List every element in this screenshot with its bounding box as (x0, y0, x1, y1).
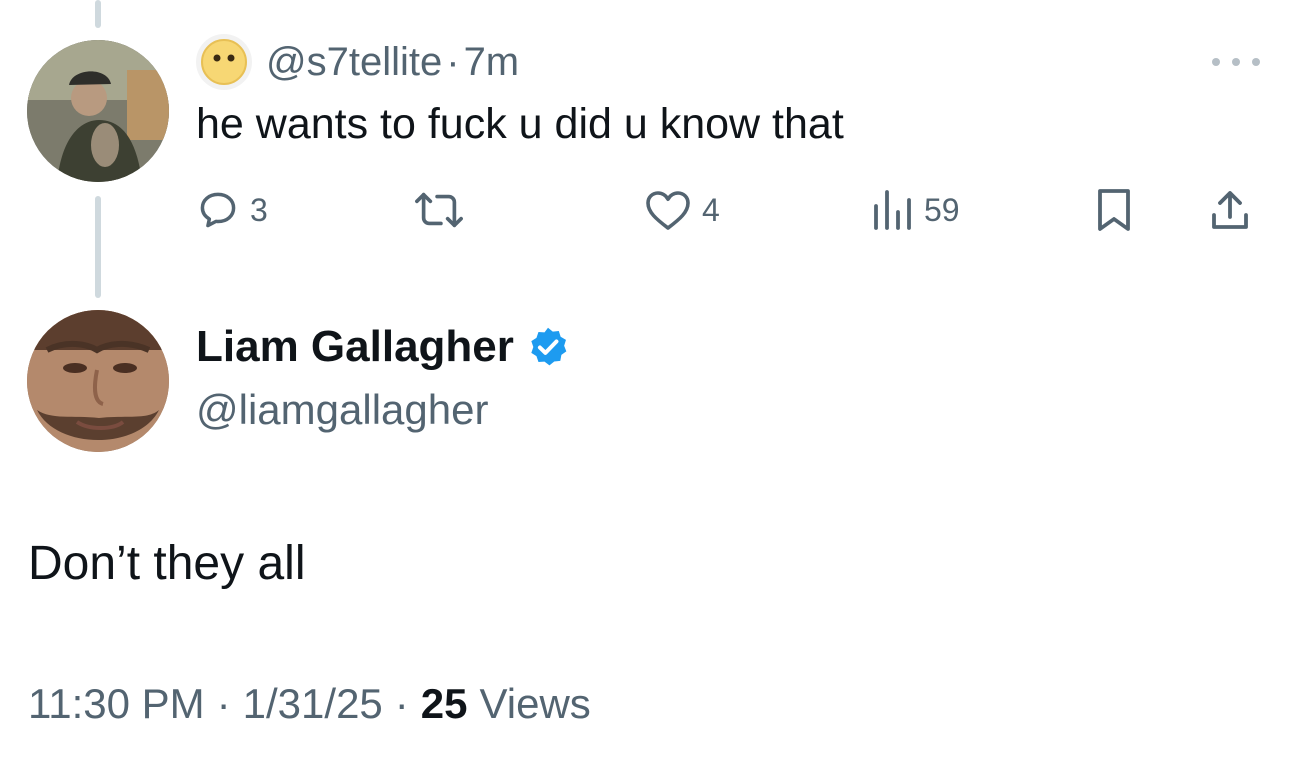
main-user-name-row: Liam Gallagher (196, 322, 570, 372)
reply-handle[interactable]: @s7tellite (266, 40, 442, 85)
avatar-photo (27, 40, 169, 182)
like-button[interactable]: 4 (644, 182, 720, 238)
meta-separator: · (394, 680, 409, 727)
reply-count: 3 (250, 191, 268, 228)
tweet-time[interactable]: 11:30 PM (28, 680, 205, 728)
more-dots-icon[interactable] (1212, 52, 1260, 72)
main-tweet-text: Don’t they all (28, 537, 306, 590)
share-button[interactable] (1208, 182, 1252, 238)
tweet-views-label[interactable]: Views (480, 680, 591, 728)
tweet-views-count[interactable]: 25 (421, 680, 468, 728)
reply-action-bar: 3 4 59 (0, 182, 1290, 238)
main-user-avatar[interactable] (27, 310, 169, 452)
reply-emoji-avatar[interactable] (196, 34, 252, 90)
bookmark-icon (1098, 189, 1130, 231)
views-count: 59 (924, 191, 960, 228)
heart-icon (646, 191, 690, 230)
verified-badge-icon (531, 327, 567, 366)
share-icon (1212, 191, 1248, 229)
reply-user-avatar[interactable] (27, 40, 169, 182)
bookmark-button[interactable] (1094, 182, 1134, 238)
face-without-mouth-icon (201, 39, 247, 85)
reply-time[interactable]: 7m (464, 40, 520, 85)
reply-text: he wants to fuck u did u know that (196, 100, 844, 148)
like-count: 4 (702, 191, 720, 228)
retweet-button[interactable] (414, 182, 464, 238)
retweet-icon (415, 192, 463, 228)
views-button[interactable]: 59 (870, 182, 960, 238)
bar-chart-icon (874, 190, 911, 230)
tweet-date[interactable]: 1/31/25 (243, 680, 383, 728)
speech-bubble-icon (200, 192, 236, 228)
tweet-meta: 11:30 PM · 1/31/25 · 25 Views (28, 680, 591, 728)
main-user-name[interactable]: Liam Gallagher (196, 322, 514, 372)
thread-connector-top (95, 0, 101, 28)
avatar-photo (27, 310, 169, 452)
reply-header: @s7tellite · 7m (196, 34, 520, 90)
reply-separator: · (446, 39, 460, 84)
main-user-handle[interactable]: @liamgallagher (196, 386, 488, 434)
reply-button[interactable]: 3 (196, 182, 268, 238)
meta-separator: · (216, 680, 231, 727)
